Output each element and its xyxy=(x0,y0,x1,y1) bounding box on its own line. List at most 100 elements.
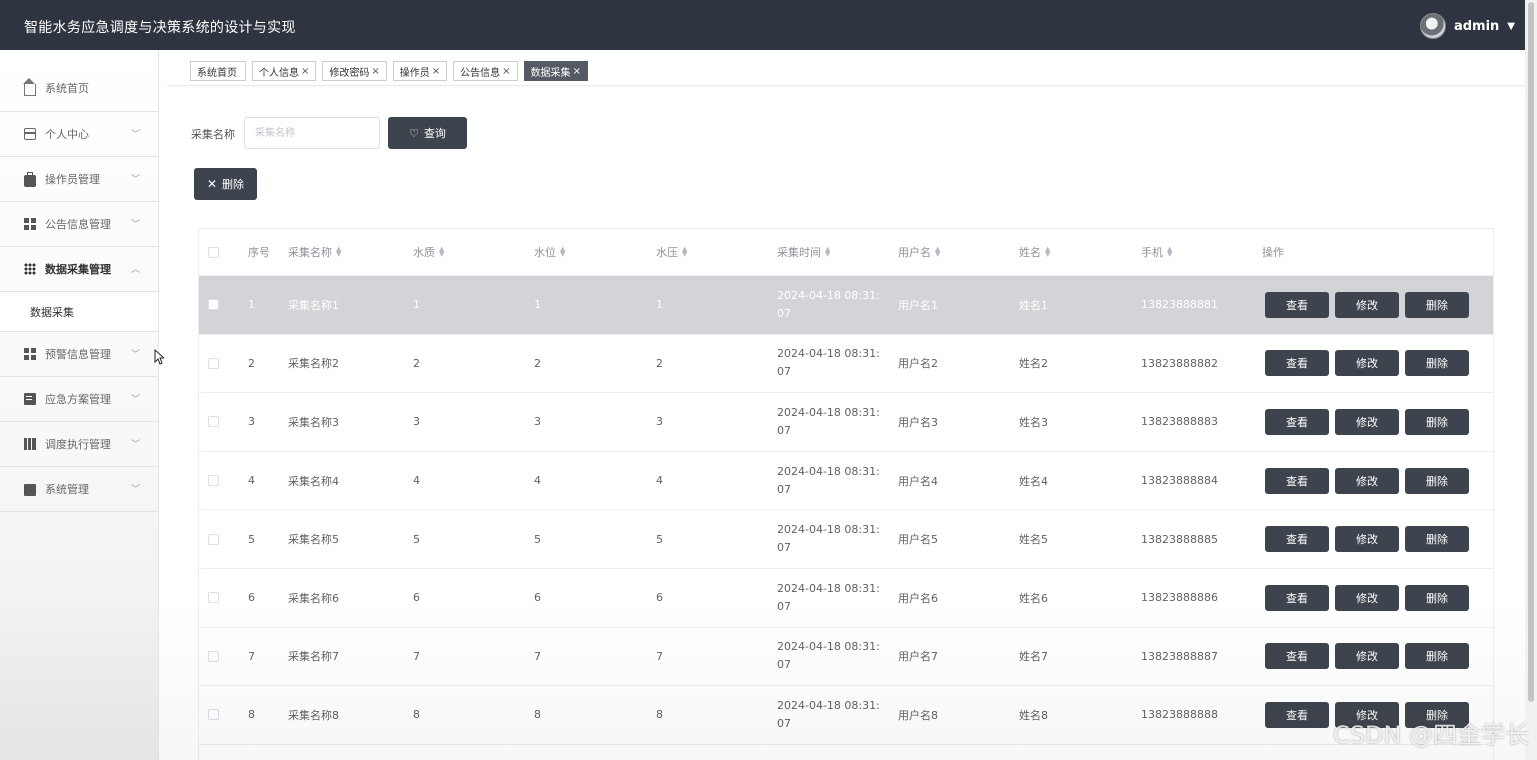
edit-button[interactable]: 修改 xyxy=(1335,467,1399,494)
view-button[interactable]: 查看 xyxy=(1265,643,1329,670)
edit-button[interactable]: 修改 xyxy=(1335,584,1399,611)
header-level[interactable]: 水位 ▲ ▼ xyxy=(534,229,565,275)
edit-button[interactable]: 修改 xyxy=(1335,291,1399,318)
delete-button[interactable]: 删除 xyxy=(1405,291,1469,318)
view-button[interactable]: 查看 xyxy=(1265,467,1329,494)
table-row[interactable]: 3 采集名称3 3 3 3 2024-04-18 08:31:07 用户名3 姓名3 13823… xyxy=(199,393,1493,452)
delete-button[interactable]: 删除 xyxy=(1405,408,1469,435)
sort-icon[interactable]: ▲ ▼ xyxy=(1045,246,1050,258)
cell-time: 2024-04-18 08:31:07 xyxy=(777,569,885,627)
user-menu[interactable]: admin ▼ xyxy=(1419,13,1515,39)
close-icon[interactable]: × xyxy=(371,66,379,77)
row-checkbox[interactable] xyxy=(208,650,219,662)
row-checkbox[interactable] xyxy=(208,475,219,487)
view-button[interactable]: 查看 xyxy=(1265,701,1329,728)
view-button[interactable]: 查看 xyxy=(1265,291,1329,318)
caret-down-icon[interactable]: ▼ xyxy=(1507,21,1515,32)
header-name[interactable]: 采集名称 ▲ ▼ xyxy=(288,229,341,275)
row-checkbox[interactable] xyxy=(208,592,219,604)
row-checkbox[interactable] xyxy=(208,533,219,545)
batch-delete-button[interactable]: ✕ 删除 xyxy=(194,168,257,200)
header-username[interactable]: 用户名 ▲ ▼ xyxy=(898,229,940,275)
sort-icon[interactable]: ▲ ▼ xyxy=(825,246,830,258)
header-phone[interactable]: 手机 ▲ ▼ xyxy=(1141,229,1172,275)
sidebar-item-operator-management[interactable]: 操作员管理 ﹀ xyxy=(0,157,158,202)
search-button[interactable]: ♡ 查询 xyxy=(388,117,467,149)
cell-text: 姓名8 xyxy=(1019,708,1048,722)
view-button[interactable]: 查看 xyxy=(1265,350,1329,377)
delete-button[interactable]: 删除 xyxy=(1405,584,1469,611)
delete-button[interactable]: 删除 xyxy=(1405,350,1469,377)
table-row[interactable]: 7 采集名称7 7 7 7 2024-04-18 08:31:07 用户名7 姓名7 13823… xyxy=(199,628,1493,687)
scrollbar-thumb[interactable] xyxy=(1528,2,1534,702)
user-name[interactable]: admin xyxy=(1454,19,1499,34)
sort-icon[interactable]: ▲ ▼ xyxy=(935,246,940,258)
row-checkbox[interactable] xyxy=(208,416,219,428)
view-button[interactable]: 查看 xyxy=(1265,584,1329,611)
sidebar-item-warning-management[interactable]: 预警信息管理 ﹀ xyxy=(0,332,158,377)
delete-button[interactable]: 删除 xyxy=(1405,643,1469,670)
close-icon[interactable]: × xyxy=(301,66,309,77)
sidebar-item-home[interactable]: 系统首页 xyxy=(0,50,158,112)
sort-icon[interactable]: ▲ ▼ xyxy=(560,246,565,258)
close-icon[interactable]: × xyxy=(432,66,440,77)
cell-text: 6 xyxy=(534,591,541,605)
sidebar-item-system-management[interactable]: 系统管理 ﹀ xyxy=(0,467,158,512)
edit-button[interactable]: 修改 xyxy=(1335,408,1399,435)
chevron-down-icon: ﹀ xyxy=(130,220,140,230)
header-label: 姓名 xyxy=(1019,246,1041,259)
select-all-checkbox[interactable] xyxy=(208,246,219,258)
table-row[interactable]: 4 采集名称4 4 4 4 2024-04-18 08:31:07 用户名4 姓名4 13823… xyxy=(199,452,1493,511)
sidebar-subitem-data-collection[interactable]: 数据采集 xyxy=(0,292,158,332)
sidebar-item-personal-center[interactable]: 个人中心 ﹀ xyxy=(0,112,158,157)
sidebar-item-data-collection-management[interactable]: 数据采集管理 ︿ xyxy=(0,247,158,292)
cell-level: 6 xyxy=(534,569,541,627)
view-button[interactable]: 查看 xyxy=(1265,526,1329,553)
avatar[interactable] xyxy=(1419,13,1446,39)
tab-change-password[interactable]: 修改密码 × xyxy=(322,61,387,81)
row-checkbox[interactable] xyxy=(208,709,219,721)
row-select-cell xyxy=(208,393,219,451)
sidebar-item-notice-management[interactable]: 公告信息管理 ﹀ xyxy=(0,202,158,247)
header-quality[interactable]: 水质 ▲ ▼ xyxy=(413,229,444,275)
view-button[interactable]: 查看 xyxy=(1265,408,1329,435)
row-actions: 查看 修改 删除 xyxy=(1265,393,1469,451)
sort-icon[interactable]: ▲ ▼ xyxy=(1167,246,1172,258)
page-scrollbar[interactable] xyxy=(1525,0,1537,760)
table-row[interactable]: 2 采集名称2 2 2 2 2024-04-18 08:31:07 用户名2 姓名2 13823… xyxy=(199,335,1493,394)
search-input[interactable] xyxy=(244,117,380,149)
tab-data-collection[interactable]: 数据采集 × xyxy=(523,61,588,81)
sidebar-item-dispatch-management[interactable]: 调度执行管理 ﹀ xyxy=(0,422,158,467)
table-row[interactable]: 5 采集名称5 5 5 5 2024-04-18 08:31:07 用户名5 姓名5 13823… xyxy=(199,510,1493,569)
edit-button[interactable]: 修改 xyxy=(1335,526,1399,553)
sort-icon[interactable]: ▲ ▼ xyxy=(439,246,444,258)
table-row[interactable]: 1 采集名称1 1 1 1 2024-04-18 08:31:07 用户名1 姓名1 13823… xyxy=(199,276,1493,335)
edit-button[interactable]: 修改 xyxy=(1335,350,1399,377)
cell-text: 13823888883 xyxy=(1141,415,1218,429)
tab-notice-info[interactable]: 公告信息 × xyxy=(453,61,518,81)
tab-personal-info[interactable]: 个人信息 × xyxy=(252,61,317,81)
close-icon[interactable]: × xyxy=(573,66,581,77)
row-checkbox[interactable] xyxy=(208,357,219,369)
sidebar-item-label: 应急方案管理 xyxy=(45,393,111,406)
sort-icon[interactable]: ▲ ▼ xyxy=(336,246,341,258)
tab-home[interactable]: 系统首页 xyxy=(190,61,246,81)
header-realname[interactable]: 姓名 ▲ ▼ xyxy=(1019,229,1050,275)
cell-text: 7 xyxy=(248,649,255,663)
row-actions: 查看 修改 删除 xyxy=(1265,628,1469,686)
header-pressure[interactable]: 水压 ▲ ▼ xyxy=(656,229,687,275)
header-time[interactable]: 采集时间 ▲ ▼ xyxy=(777,229,830,275)
delete-button[interactable]: 删除 xyxy=(1405,526,1469,553)
close-icon[interactable]: × xyxy=(502,66,510,77)
delete-button[interactable]: 删除 xyxy=(1405,467,1469,494)
cell-text: 4 xyxy=(656,474,663,488)
edit-button[interactable]: 修改 xyxy=(1335,643,1399,670)
table-row[interactable]: 8 采集名称8 8 8 8 2024-04-18 08:31:07 用户名8 姓名8 13823… xyxy=(199,686,1493,745)
tab-operator[interactable]: 操作员 × xyxy=(392,61,448,81)
cell-text: 13823888886 xyxy=(1141,591,1218,605)
sidebar-item-emergency-plan-management[interactable]: 应急方案管理 ﹀ xyxy=(0,377,158,422)
sort-icon[interactable]: ▲ ▼ xyxy=(682,246,687,258)
row-checkbox[interactable] xyxy=(208,299,219,311)
table-row[interactable]: 6 采集名称6 6 6 6 2024-04-18 08:31:07 用户名6 姓名6 13823… xyxy=(199,569,1493,628)
cell-text: 8 xyxy=(413,708,420,722)
